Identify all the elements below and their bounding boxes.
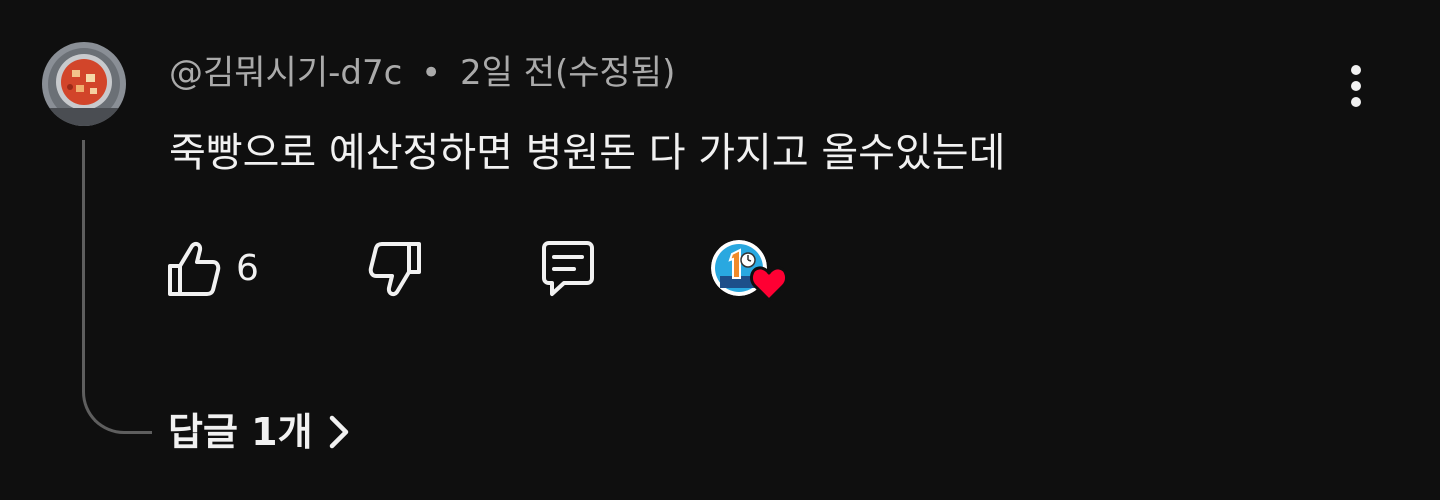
like-button[interactable]: 6 (166, 238, 259, 300)
thumbs-up-icon (168, 241, 221, 296)
dislike-button[interactable] (364, 238, 426, 300)
comment-body: 죽빵으로 예산정하면 병원돈 다 가지고 올수있는데 (169, 130, 1006, 176)
heart-icon (750, 266, 788, 302)
thumbs-down-icon (368, 242, 421, 297)
more-actions-button[interactable] (1326, 56, 1386, 116)
reply-button[interactable] (536, 238, 600, 300)
view-replies-button[interactable]: 답글 1개 (168, 404, 351, 460)
creator-heart (708, 236, 788, 304)
author-handle[interactable]: @김뭐시기-d7c (169, 53, 402, 93)
vertical-dots-icon (1351, 65, 1361, 107)
comment-icon (542, 241, 594, 296)
like-count: 6 (236, 248, 259, 289)
food-pot-avatar-icon (42, 42, 126, 126)
chevron-right-icon (327, 413, 351, 451)
comment-timestamp: 2일 전(수정됨) (459, 53, 676, 93)
author-avatar[interactable] (42, 42, 126, 126)
comment-meta: @김뭐시기-d7c • 2일 전(수정됨) (169, 48, 675, 98)
replies-count-label: 답글 1개 (168, 410, 313, 454)
meta-separator: • (421, 53, 442, 93)
reply-thread-line (82, 140, 152, 434)
heart-badge (748, 264, 790, 304)
